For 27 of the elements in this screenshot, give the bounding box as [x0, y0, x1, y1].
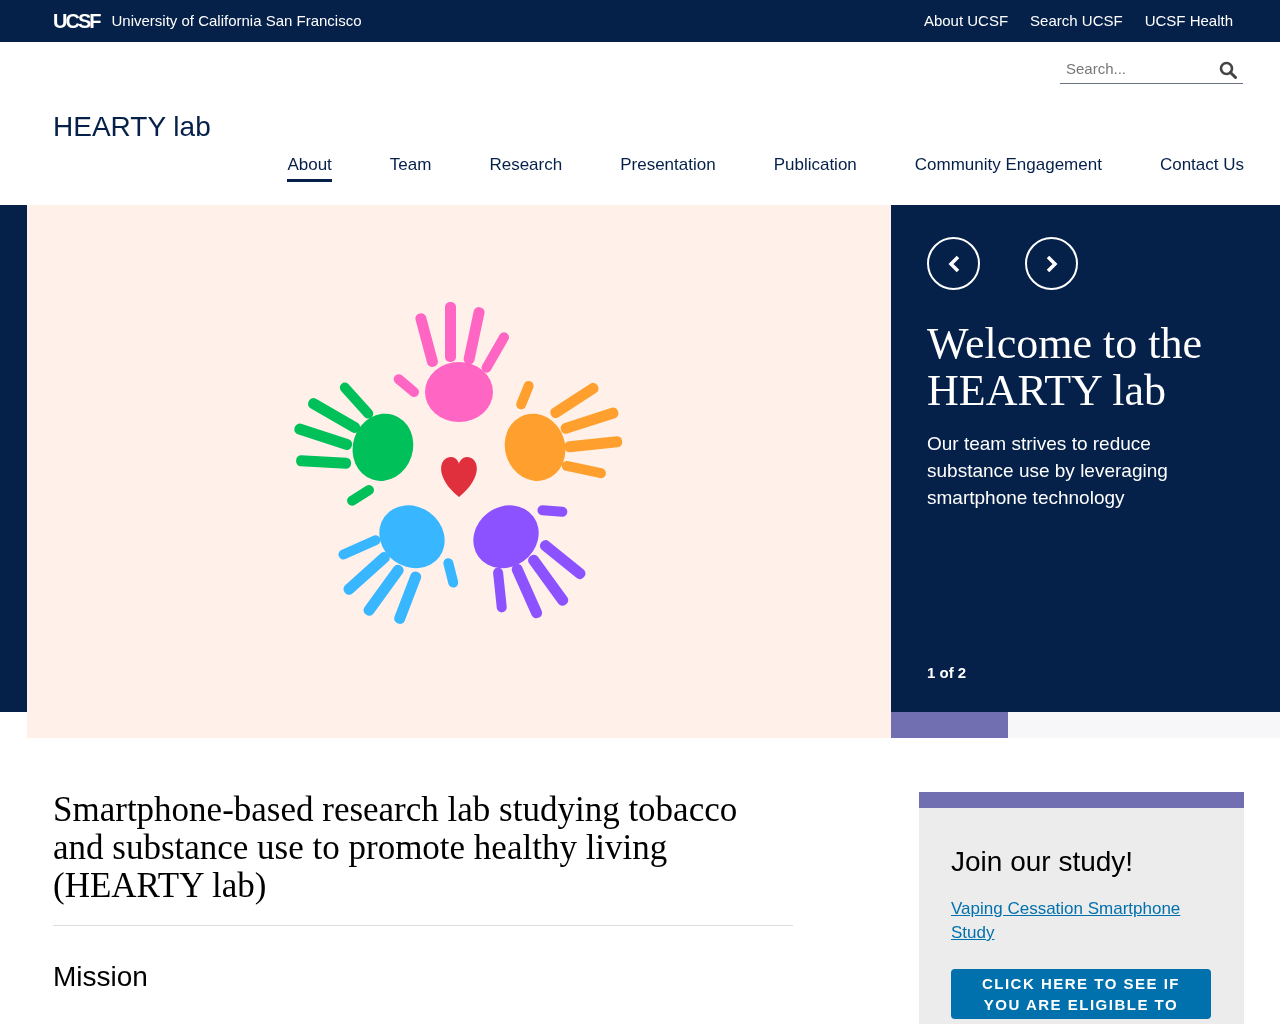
- carousel-text: Our team strives to reduce substance use by leveraging smartphone technology: [927, 432, 1169, 510]
- eligibility-button[interactable]: CLICK HERE TO SEE IF YOU ARE ELIGIBLE TO: [951, 969, 1211, 1019]
- previous-button[interactable]: [927, 237, 980, 290]
- page-heading: Smartphone-based research lab studying tobacco and substance use to promote healthy living (HEARTY lab): [53, 791, 793, 926]
- carousel-title: Welcome to the HEARTY lab: [927, 320, 1204, 414]
- card-title: Join our study!: [951, 845, 1135, 879]
- slide-counter: 1 of 2: [927, 662, 968, 683]
- nav-tab[interactable]: Presentation: [620, 152, 716, 182]
- nav-tab[interactable]: Contact Us: [1159, 152, 1244, 182]
- search-input[interactable]: Search...: [1066, 58, 1219, 81]
- nav-tab[interactable]: Team: [389, 152, 432, 182]
- next-button[interactable]: [1025, 237, 1078, 290]
- top-link[interactable]: About UCSF: [923, 9, 1009, 33]
- top-link[interactable]: Search UCSF: [1030, 9, 1123, 33]
- university-name: University of California San Francisco: [111, 10, 362, 31]
- section-heading: Mission: [53, 960, 149, 994]
- chevron-left-icon: [947, 254, 960, 273]
- nav-tab[interactable]: Community Engagement: [914, 152, 1102, 182]
- ucsf-logo[interactable]: UCSF: [53, 11, 100, 31]
- study-link[interactable]: Vaping Cessation Smartphone Study: [951, 897, 1212, 945]
- search-icon[interactable]: [1219, 60, 1237, 79]
- nav-tab[interactable]: Publication: [773, 152, 857, 182]
- nav-tab[interactable]: Research: [489, 152, 563, 182]
- top-link[interactable]: UCSF Health: [1144, 9, 1233, 33]
- chevron-right-icon: [1045, 254, 1058, 273]
- nav-tab[interactable]: About: [287, 152, 332, 182]
- site-title[interactable]: HEARTY lab: [53, 111, 211, 142]
